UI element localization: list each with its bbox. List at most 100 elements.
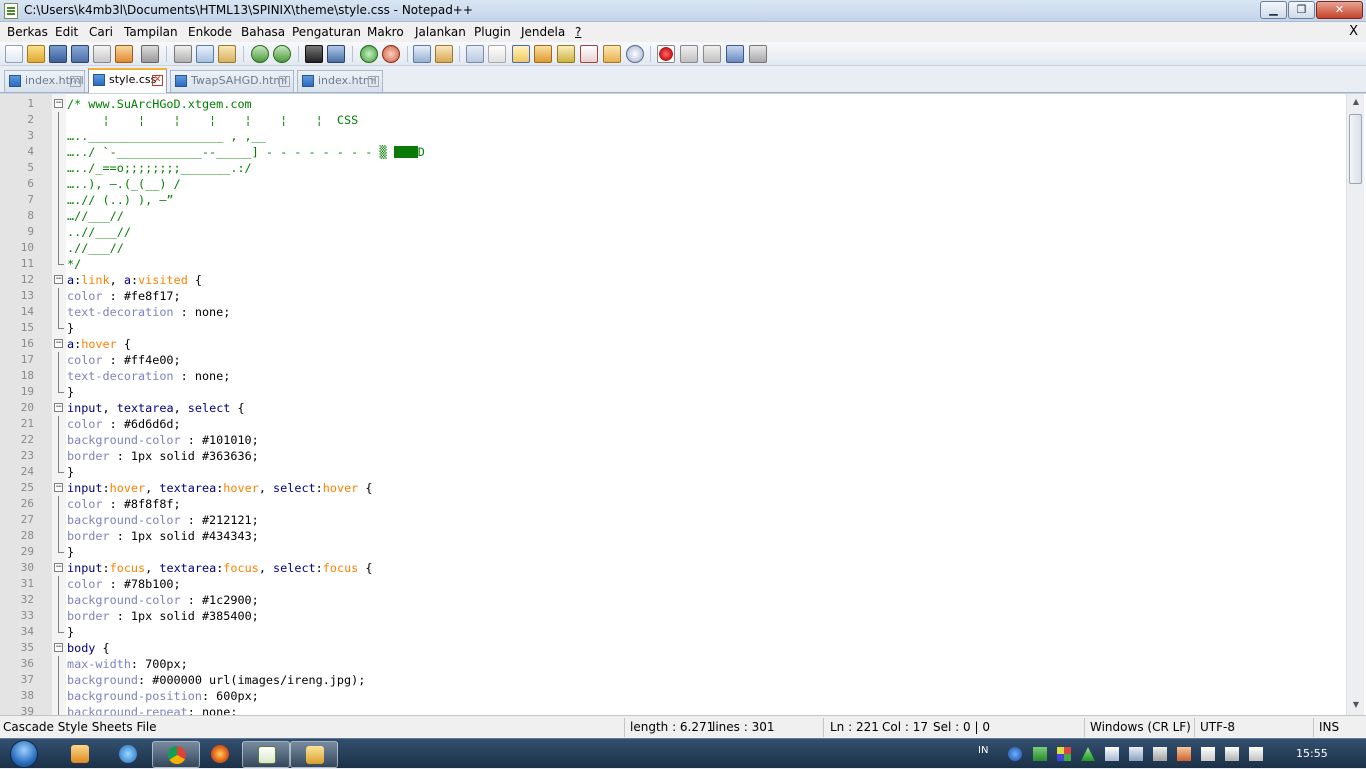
- tab-close-icon[interactable]: ✕: [152, 75, 163, 86]
- taskbar-notepadpp[interactable]: [242, 741, 290, 768]
- code-text[interactable]: a:hover {: [67, 336, 131, 352]
- code-text[interactable]: background-position: 600px;: [67, 688, 259, 704]
- code-text[interactable]: text-decoration : none;: [67, 368, 230, 384]
- code-text[interactable]: background: #000000 url(images/ireng.jpg…: [67, 672, 365, 688]
- code-text[interactable]: border : 1px solid #363636;: [67, 448, 259, 464]
- code-line[interactable]: 5 …../_==o;;;;;;;;_______.:/: [0, 160, 1346, 176]
- code-text[interactable]: color : #78b100;: [67, 576, 181, 592]
- code-text[interactable]: }: [67, 624, 74, 640]
- code-text[interactable]: border : 1px solid #434343;: [67, 528, 259, 544]
- scroll-down-arrow-icon[interactable]: ▼: [1350, 700, 1362, 712]
- notepadpp-app-icon[interactable]: [4, 3, 18, 19]
- stop-macro-icon[interactable]: [680, 45, 698, 63]
- fold-toggle-icon[interactable]: −: [54, 339, 63, 348]
- code-line[interactable]: 23 border : 1px solid #363636;: [0, 448, 1346, 464]
- code-text[interactable]: }: [67, 544, 74, 560]
- indent-guide-icon[interactable]: [512, 45, 530, 63]
- tab-close-icon[interactable]: ✕: [70, 76, 81, 87]
- code-line[interactable]: 19}: [0, 384, 1346, 400]
- close-document-button[interactable]: X: [1349, 24, 1358, 39]
- undo-icon[interactable]: [251, 45, 269, 63]
- taskbar-explorer[interactable]: [290, 741, 338, 768]
- tab-close-icon[interactable]: ✕: [368, 76, 379, 87]
- menu-cari[interactable]: Cari: [89, 25, 113, 39]
- code-text[interactable]: }: [67, 464, 74, 480]
- language-indicator[interactable]: IN: [978, 745, 988, 756]
- menu-makro[interactable]: Makro: [367, 25, 404, 39]
- code-line[interactable]: 3 …..___________________ , ,__: [0, 128, 1346, 144]
- code-text[interactable]: ..//___//: [67, 224, 131, 240]
- code-line[interactable]: 25 − input:hover, textarea:hover, select:h…: [0, 480, 1346, 496]
- code-text[interactable]: */: [67, 256, 81, 272]
- fold-toggle-icon[interactable]: −: [54, 275, 63, 284]
- print-icon[interactable]: [141, 45, 159, 63]
- code-text[interactable]: background-repeat: none;: [67, 704, 237, 715]
- menu-edit[interactable]: Edit: [55, 25, 78, 39]
- user-language-icon[interactable]: [534, 45, 552, 63]
- code-text[interactable]: body {: [67, 640, 110, 656]
- code-text[interactable]: max-width: 700px;: [67, 656, 188, 672]
- code-text[interactable]: input, textarea, select {: [67, 400, 245, 416]
- menu-tampilan[interactable]: Tampilan: [124, 25, 178, 39]
- taskbar-media-player[interactable]: [56, 741, 104, 768]
- tab-index-html[interactable]: index.html ✕: [4, 70, 85, 92]
- menu-help[interactable]: ?: [575, 25, 581, 39]
- maximize-button[interactable]: ❐: [1288, 1, 1315, 19]
- code-line[interactable]: 33 border : 1px solid #385400;: [0, 608, 1346, 624]
- code-line[interactable]: 36 max-width: 700px;: [0, 656, 1346, 672]
- code-text[interactable]: color : #8f8f8f;: [67, 496, 181, 512]
- power-icon[interactable]: [1201, 747, 1215, 761]
- taskbar-chrome[interactable]: [152, 741, 200, 768]
- code-text[interactable]: ….// (..) ), —”: [67, 192, 174, 208]
- code-line[interactable]: 2 ¦ ¦ ¦ ¦ ¦ ¦ ¦ CSS: [0, 112, 1346, 128]
- code-line[interactable]: 29}: [0, 544, 1346, 560]
- menu-bahasa[interactable]: Bahasa: [241, 25, 285, 39]
- menu-plugin[interactable]: Plugin: [474, 25, 511, 39]
- save-macro-icon[interactable]: [749, 45, 767, 63]
- menu-jendela[interactable]: Jendela: [521, 25, 565, 39]
- code-line[interactable]: 4 …../ `-____________--_____] - - - - - -…: [0, 144, 1346, 160]
- code-text[interactable]: …..), —.(_(__) /: [67, 176, 181, 192]
- redo-icon[interactable]: [273, 45, 291, 63]
- network-icon[interactable]: [1105, 747, 1119, 761]
- doc-map-icon[interactable]: [557, 45, 575, 63]
- code-line[interactable]: 21 color : #6d6d6d;: [0, 416, 1346, 432]
- new-file-icon[interactable]: [5, 45, 23, 63]
- code-line[interactable]: 10 .//___//: [0, 240, 1346, 256]
- code-text[interactable]: color : #fe8f17;: [67, 288, 181, 304]
- menu-enkode[interactable]: Enkode: [188, 25, 232, 39]
- code-text[interactable]: /* www.SuArcHGoD.xtgem.com: [67, 96, 252, 112]
- fold-toggle-icon[interactable]: −: [54, 483, 63, 492]
- zoom-out-icon[interactable]: [382, 45, 400, 63]
- sync-vertical-icon[interactable]: [413, 45, 431, 63]
- minimize-button[interactable]: ▁: [1260, 1, 1287, 19]
- code-line[interactable]: 24}: [0, 464, 1346, 480]
- code-text[interactable]: text-decoration : none;: [67, 304, 230, 320]
- code-line[interactable]: 7 ….// (..) ), —”: [0, 192, 1346, 208]
- code-line[interactable]: 27 background-color : #212121;: [0, 512, 1346, 528]
- close-window-button[interactable]: ✕: [1316, 1, 1363, 19]
- security-icon[interactable]: [1033, 747, 1047, 761]
- code-line[interactable]: 20 − input, textarea, select {: [0, 400, 1346, 416]
- code-text[interactable]: …..___________________ , ,__: [67, 128, 266, 144]
- code-line[interactable]: 28 border : 1px solid #434343;: [0, 528, 1346, 544]
- code-line[interactable]: 39 background-repeat: none;: [0, 704, 1346, 715]
- taskbar-internet-explorer[interactable]: [104, 741, 152, 768]
- open-file-icon[interactable]: [27, 45, 45, 63]
- code-text[interactable]: .//___//: [67, 240, 124, 256]
- code-text[interactable]: border : 1px solid #385400;: [67, 608, 259, 624]
- code-text[interactable]: background-color : #1c2900;: [67, 592, 259, 608]
- code-text[interactable]: input:hover, textarea:hover, select:hove…: [67, 480, 373, 496]
- code-text[interactable]: color : #ff4e00;: [67, 352, 181, 368]
- code-text[interactable]: input:focus, textarea:focus, select:focu…: [67, 560, 373, 576]
- code-line[interactable]: 22 background-color : #101010;: [0, 432, 1346, 448]
- tab-close-icon[interactable]: ✕: [279, 76, 290, 87]
- code-line[interactable]: 26 color : #8f8f8f;: [0, 496, 1346, 512]
- menu-jalankan[interactable]: Jalankan: [415, 25, 466, 39]
- title-bar[interactable]: C:\Users\k4mb3l\Documents\HTML13\SPINIX\…: [0, 0, 1366, 22]
- code-line[interactable]: 6 …..), —.(_(__) /: [0, 176, 1346, 192]
- function-list-icon[interactable]: [580, 45, 598, 63]
- volume-icon[interactable]: [1153, 747, 1167, 761]
- status-insert-mode[interactable]: INS: [1319, 720, 1339, 734]
- clock[interactable]: 15:55: [1296, 747, 1328, 760]
